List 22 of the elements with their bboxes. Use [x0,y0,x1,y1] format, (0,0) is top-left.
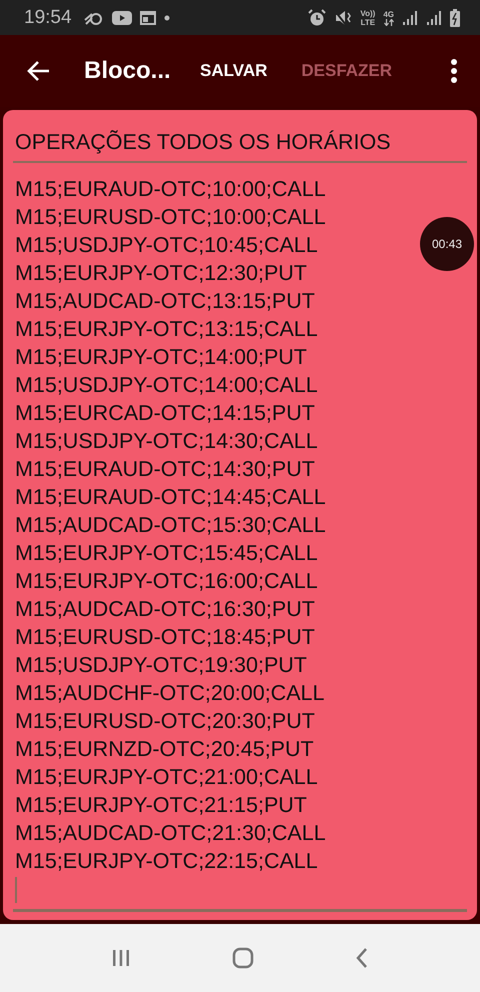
signal-icon [426,10,442,26]
mute-icon [334,8,352,26]
volte-label: Vo)) LTE [360,8,376,26]
text-cursor [15,876,17,903]
note-title-field[interactable]: OPERAÇÕES TODOS OS HORÁRIOS [13,126,467,163]
battery-icon [450,8,460,26]
back-arrow-icon[interactable] [26,60,50,82]
note-body-field[interactable]: M15;EURAUD-OTC;10:00;CALL M15;EURUSD-OTC;10:00;CALL M15;USDJPY-OTC;10:45;CALL M15;EURJPY-OTC;12:30;PUT M15;AUDCAD-OTC;13:15;PUT M15;EURJPY-OTC;13:15;CALL M15;EURJPY-OTC;14:00;PUT M15;USDJPY-OTC;14:00;CALL M15;EURCAD-OTC;14:15;PUT M15;USDJPY-OTC;14:30;CALL M15;EURAUD-OTC;14:30;PUT M15;EURAUD-OTC;14:45;CALL M15;AUDCAD-OTC;15:30;CALL M15;EURJPY-OTC;15:45;CALL M15;EURJPY-OTC;16:00;CALL M15;AUDCAD-OTC;16:30;PUT M15;EURUSD-OTC;18:45;PUT M15;USDJPY-OTC;19:30;PUT M15;AUDCHF-OTC;20:00;CALL M15;EURUSD-OTC;20:30;PUT M15;EURNZD-OTC;20:45;PUT M15;EURJPY-OTC;21:00;CALL M15;EURJPY-OTC;21:15;PUT M15;AUDCAD-OTC;21:30;CALL M15;EURJPY-OTC;22:15;CALL [13,162,328,875]
home-icon[interactable] [232,946,254,969]
dot-icon [164,14,170,20]
data-arrows-icon [384,18,394,26]
alarm-icon [308,8,326,26]
video-icon [112,10,132,26]
signal-icon [402,10,418,26]
toolbar-title: Bloco... [84,56,172,85]
toolbar-action-button[interactable]: SALVAR [196,54,272,87]
back-icon[interactable] [355,946,370,969]
network-label: 4G [383,10,394,26]
more-options-icon[interactable] [450,58,458,84]
recent-apps-icon[interactable] [110,948,131,968]
status-time: 19:54 [24,6,72,28]
calendar-icon [140,10,156,26]
